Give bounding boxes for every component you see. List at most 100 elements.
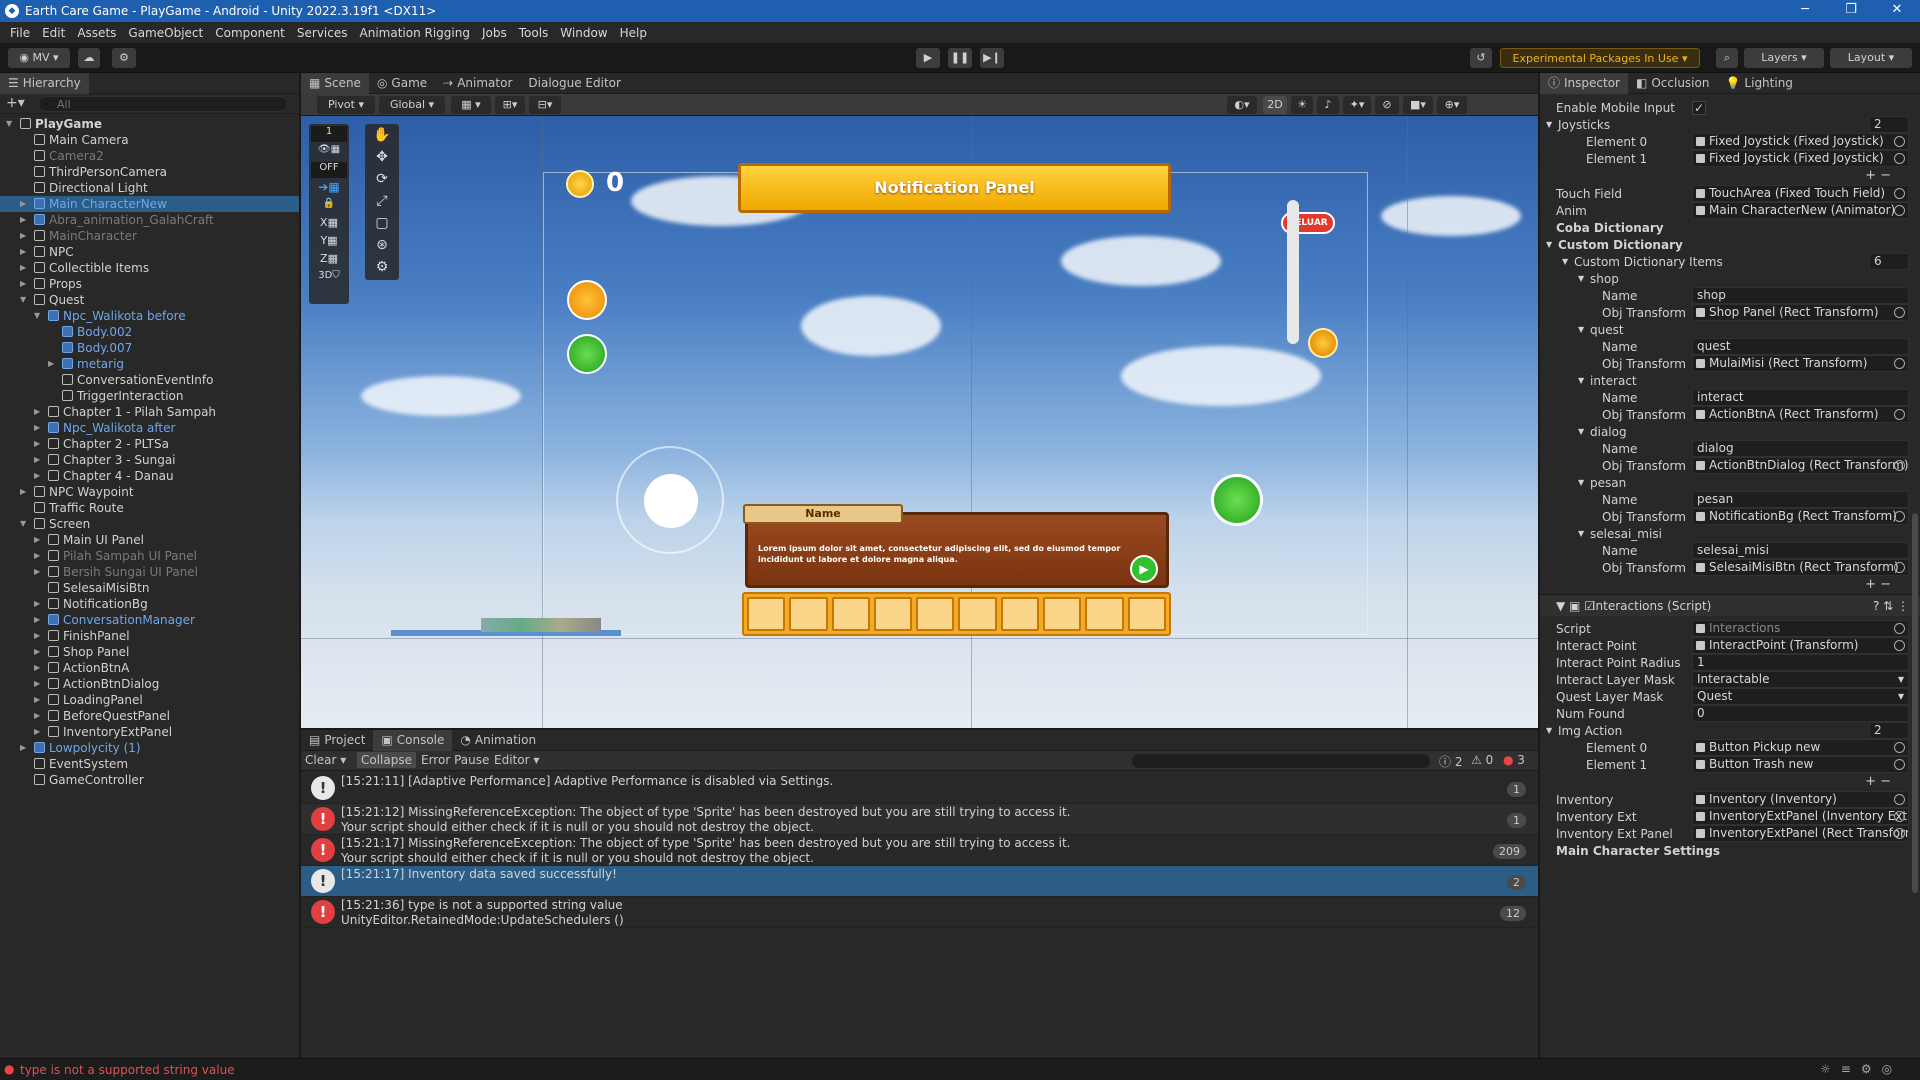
field-input[interactable]: MulaiMisi (Rect Transform) xyxy=(1692,355,1909,372)
object-picker-icon[interactable] xyxy=(1894,623,1905,634)
hierarchy-item[interactable]: ▶ ConversationManager xyxy=(0,612,299,628)
tab-animation[interactable]: ◔ Animation xyxy=(452,730,544,751)
inspector-field[interactable]: Name dialog xyxy=(1540,440,1920,458)
inspector-field[interactable]: Element 0 Button Pickup new xyxy=(1540,739,1920,757)
inspector-field[interactable]: Obj Transform Shop Panel (Rect Transform) xyxy=(1540,304,1920,322)
hierarchy-item[interactable]: ▶ Shop Panel xyxy=(0,644,299,660)
hierarchy-item[interactable]: ▶ Props xyxy=(0,276,299,292)
camera-settings-icon[interactable]: ■▾ xyxy=(1403,96,1433,114)
foldout-arrow-icon[interactable]: ▼ xyxy=(1546,722,1552,740)
notification-panel[interactable]: Notification Panel xyxy=(738,163,1171,213)
close-button[interactable]: ✕ xyxy=(1874,0,1920,22)
collab-icon[interactable]: ⚙ xyxy=(112,48,136,68)
console-entry[interactable]: ! [15:21:17] Inventory data saved success… xyxy=(301,866,1538,897)
dropdown-arrow-icon[interactable]: ▾ xyxy=(1898,689,1904,704)
collapse-arrow-icon[interactable]: ▶ xyxy=(34,676,40,692)
field-input[interactable]: Shop Panel (Rect Transform) xyxy=(1692,304,1909,321)
hierarchy-item[interactable]: ▶ Pilah Sampah UI Panel xyxy=(0,548,299,564)
object-picker-icon[interactable] xyxy=(1894,562,1905,573)
field-input[interactable]: Main CharacterNew (Animator) xyxy=(1692,202,1909,219)
menu-animation-rigging[interactable]: Animation Rigging xyxy=(354,26,476,40)
add-remove-buttons[interactable]: + − xyxy=(1540,576,1920,594)
inspector-field[interactable]: ▼ Joysticks 2 xyxy=(1540,116,1920,134)
inventory-slot[interactable] xyxy=(1085,597,1124,631)
hierarchy-item[interactable]: ▶ LoadingPanel xyxy=(0,692,299,708)
collapse-arrow-icon[interactable]: ▶ xyxy=(34,404,40,420)
info-count[interactable]: ⓘ 2 xyxy=(1439,753,1462,770)
inventory-slot[interactable] xyxy=(747,597,786,631)
inspector-field[interactable]: Enable Mobile Input ✓ xyxy=(1540,99,1920,117)
hierarchy-item[interactable]: ▶ NPC xyxy=(0,244,299,260)
inspector-field[interactable]: Name selesai_misi xyxy=(1540,542,1920,560)
layers-dropdown[interactable]: Layers ▾ xyxy=(1744,48,1824,68)
array-size-field[interactable]: 2 xyxy=(1869,116,1909,133)
field-input[interactable]: 0 xyxy=(1692,705,1909,722)
expand-arrow-icon[interactable]: ▼ xyxy=(20,516,26,532)
collapse-arrow-icon[interactable]: ▶ xyxy=(34,708,40,724)
shading-mode-icon[interactable]: ◐▾ xyxy=(1227,96,1257,114)
tab-console[interactable]: ▣ Console xyxy=(373,729,453,751)
status-message[interactable]: type is not a supported string value xyxy=(20,1063,235,1077)
collapse-arrow-icon[interactable]: ▶ xyxy=(20,260,26,276)
inventory-slot[interactable] xyxy=(1000,597,1040,631)
inspector-field[interactable]: Name pesan xyxy=(1540,491,1920,509)
field-input[interactable]: pesan xyxy=(1692,491,1909,508)
array-size-field[interactable]: 6 xyxy=(1869,253,1909,270)
inspector-field[interactable]: Script Interactions xyxy=(1540,620,1920,638)
foldout-arrow-icon[interactable]: ▼ xyxy=(1546,236,1552,254)
collapse-arrow-icon[interactable]: ▶ xyxy=(34,548,40,564)
hierarchy-item[interactable]: ▶ MainCharacter xyxy=(0,228,299,244)
inventory-slot[interactable] xyxy=(958,597,997,631)
grid-snap-icon[interactable]: ▦ ▾ xyxy=(451,96,491,114)
hierarchy-item[interactable]: ▶ FinishPanel xyxy=(0,628,299,644)
hierarchy-item[interactable]: SelesaiMisiBtn xyxy=(0,580,299,596)
menu-component[interactable]: Component xyxy=(209,26,291,40)
collapse-arrow-icon[interactable]: ▶ xyxy=(34,564,40,580)
field-input[interactable]: NotificationBg (Rect Transform) xyxy=(1692,508,1909,525)
status-icons[interactable]: ☼≡⚙◎ xyxy=(1820,1062,1902,1076)
hierarchy-item[interactable]: ▶ BeforeQuestPanel xyxy=(0,708,299,724)
collapse-arrow-icon[interactable]: ▶ xyxy=(34,692,40,708)
console-entry[interactable]: ! [15:21:12] MissingReferenceException: T… xyxy=(301,804,1538,835)
rotate-tool-icon[interactable]: ⟳ xyxy=(365,168,399,190)
expand-arrow-icon[interactable]: ▼ xyxy=(6,116,12,132)
foldout-arrow-icon[interactable]: ▼ xyxy=(1578,372,1584,390)
array-size-field[interactable]: 2 xyxy=(1869,722,1909,739)
hierarchy-item[interactable]: Directional Light xyxy=(0,180,299,196)
layout-dropdown[interactable]: Layout ▾ xyxy=(1830,48,1912,68)
experimental-packages-button[interactable]: Experimental Packages In Use ▾ xyxy=(1500,48,1700,68)
object-picker-icon[interactable] xyxy=(1894,811,1905,822)
search-icon[interactable]: ⌕ xyxy=(1716,48,1738,68)
field-input[interactable]: quest xyxy=(1692,338,1909,355)
field-input[interactable]: 1 xyxy=(1692,654,1909,671)
hierarchy-item[interactable]: ▶ ActionBtnA xyxy=(0,660,299,676)
collapse-arrow-icon[interactable]: ▶ xyxy=(48,356,54,372)
align-icon[interactable]: ⊟▾ xyxy=(529,96,561,114)
lighting-toggle-icon[interactable]: ☀ xyxy=(1291,96,1313,114)
inspector-field[interactable]: Element 0 Fixed Joystick (Fixed Joystick) xyxy=(1540,133,1920,151)
backpack-icon[interactable] xyxy=(567,334,607,374)
field-input[interactable]: TouchArea (Fixed Touch Field) xyxy=(1692,185,1909,202)
object-picker-icon[interactable] xyxy=(1894,460,1905,471)
collapse-arrow-icon[interactable]: ▶ xyxy=(20,244,26,260)
hierarchy-item[interactable]: ▼ Npc_Walikota before xyxy=(0,308,299,324)
collapse-arrow-icon[interactable]: ▶ xyxy=(34,532,40,548)
hierarchy-search-input[interactable] xyxy=(38,96,288,112)
menu-tools[interactable]: Tools xyxy=(513,26,555,40)
expand-arrow-icon[interactable]: ▼ xyxy=(20,292,26,308)
hierarchy-item[interactable]: TriggerInteraction xyxy=(0,388,299,404)
object-picker-icon[interactable] xyxy=(1894,205,1905,216)
pivot-dropdown[interactable]: Pivot ▾ xyxy=(317,96,375,114)
field-input[interactable]: shop xyxy=(1692,287,1909,304)
field-input[interactable]: interact xyxy=(1692,389,1909,406)
view-tool-icon[interactable]: ✋ xyxy=(365,124,399,146)
foldout-arrow-icon[interactable]: ▼ xyxy=(1578,423,1584,441)
minimize-button[interactable]: ─ xyxy=(1782,0,1828,22)
inspector-field[interactable]: Inventory Ext Panel InventoryExtPanel (Re… xyxy=(1540,825,1920,843)
add-remove-buttons[interactable]: + − xyxy=(1540,167,1920,185)
field-input[interactable]: Fixed Joystick (Fixed Joystick) xyxy=(1692,133,1909,150)
menu-edit[interactable]: Edit xyxy=(36,26,71,40)
shop-cart-icon[interactable] xyxy=(567,280,607,320)
audio-toggle-icon[interactable]: ♪ xyxy=(1317,96,1339,114)
field-input[interactable]: ActionBtnA (Rect Transform) xyxy=(1692,406,1909,423)
